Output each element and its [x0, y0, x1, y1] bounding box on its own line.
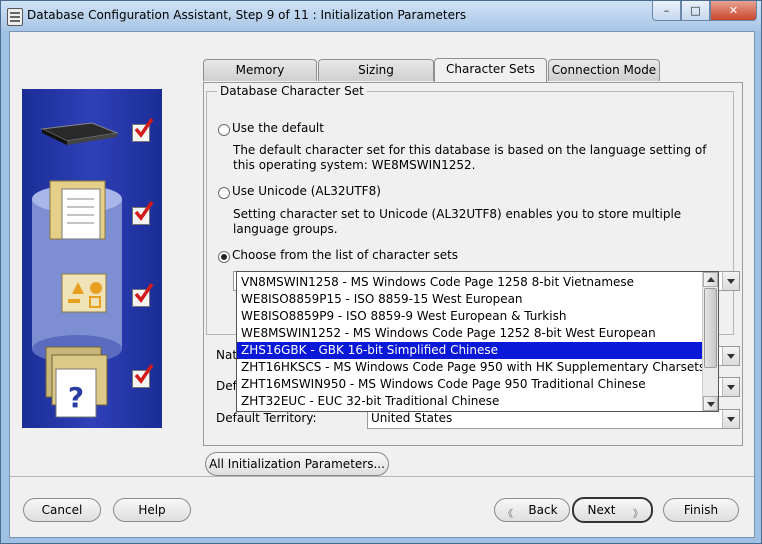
back-arrow-icon: 《 [503, 509, 513, 520]
list-item[interactable]: ZHT16MSWIN950 - MS Windows Code Page 950… [237, 376, 707, 393]
check-mark-icon [134, 201, 154, 221]
radio-choose-from-list[interactable] [218, 251, 230, 263]
chevron-down-icon[interactable] [722, 378, 739, 396]
character-set-dropdown-list[interactable]: VN8MSWIN1258 - MS Windows Code Page 1258… [236, 271, 719, 412]
check-mark-icon [134, 364, 154, 384]
group-title: Database Character Set [217, 84, 367, 98]
dropdown-scrollbar[interactable] [702, 272, 718, 411]
close-button[interactable]: ✕ [710, 1, 757, 21]
use-unicode-description: Setting character set to Unicode (AL32UT… [233, 207, 682, 236]
radio-use-default-label[interactable]: Use the default [232, 121, 324, 135]
minimize-button[interactable]: – [652, 1, 681, 21]
wizard-illustration: ? [22, 89, 162, 428]
tab-memory[interactable]: Memory [203, 59, 317, 81]
svg-text:?: ? [68, 381, 84, 414]
back-button[interactable]: 《 Back [494, 498, 570, 522]
list-item[interactable]: ZHT16HKSCS - MS Windows Code Page 950 wi… [237, 359, 707, 376]
documents-folder-icon [49, 180, 106, 240]
scrollbar-thumb[interactable] [704, 288, 717, 368]
next-button[interactable]: Next 》 [572, 497, 653, 523]
default-territory-label: Default Territory: [216, 411, 317, 425]
list-item[interactable]: VN8MSWIN1258 - MS Windows Code Page 1258… [237, 274, 707, 291]
step-complete-checkbox [132, 201, 154, 225]
default-language-label: Def [216, 379, 237, 393]
maximize-button[interactable]: □ [681, 1, 710, 21]
cancel-button[interactable]: Cancel [23, 498, 101, 522]
step-complete-checkbox [132, 118, 154, 142]
tab-character-sets[interactable]: Character Sets [434, 58, 547, 82]
radio-use-default[interactable] [218, 124, 230, 136]
default-territory-combo[interactable]: United States [367, 409, 740, 429]
window-title: Database Configuration Assistant, Step 9… [27, 8, 467, 22]
chevron-down-icon[interactable] [722, 347, 739, 365]
help-button[interactable]: Help [113, 498, 191, 522]
all-initialization-parameters-button[interactable]: All Initialization Parameters... [205, 452, 389, 476]
radio-choose-from-list-label[interactable]: Choose from the list of character sets [232, 248, 458, 262]
back-button-label: Back [528, 503, 558, 517]
memory-chip-icon [40, 122, 119, 145]
list-item-selected[interactable]: ZHS16GBK - GBK 16-bit Simplified Chinese [237, 342, 707, 359]
chevron-down-icon[interactable] [722, 410, 739, 428]
scroll-up-icon[interactable] [703, 272, 718, 287]
check-mark-icon [134, 118, 154, 138]
list-item[interactable]: WE8MSWIN1252 - MS Windows Code Page 1252… [237, 325, 707, 342]
list-item[interactable]: ZHT32EUC - EUC 32-bit Traditional Chines… [237, 393, 707, 410]
title-bar[interactable]: Database Configuration Assistant, Step 9… [1, 1, 761, 31]
next-button-label: Next [587, 503, 616, 517]
default-territory-value: United States [371, 411, 453, 425]
list-item[interactable]: WE8ISO8859P15 - ISO 8859-15 West Europea… [237, 291, 707, 308]
shapes-icon [61, 273, 107, 313]
scroll-down-icon[interactable] [703, 396, 718, 411]
app-icon [7, 8, 23, 26]
use-default-description: The default character set for this datab… [233, 143, 707, 172]
check-mark-icon [134, 283, 154, 303]
dialog-client-area: ? Memory Sizing Character Sets Connectio… [9, 31, 755, 538]
finish-button[interactable]: Finish [663, 498, 739, 522]
list-item[interactable]: WE8ISO8859P9 - ISO 8859-9 West European … [237, 308, 707, 325]
step-complete-checkbox [132, 283, 154, 307]
tab-connection-mode[interactable]: Connection Mode [548, 59, 660, 81]
help-folders-icon: ? [45, 346, 108, 418]
step-complete-checkbox [132, 364, 154, 388]
next-arrow-icon: 》 [633, 509, 643, 520]
radio-use-unicode[interactable] [218, 187, 230, 199]
dbca-window: Database Configuration Assistant, Step 9… [0, 0, 762, 544]
national-character-set-label: Nat [216, 348, 238, 362]
footer-divider [10, 476, 754, 477]
tab-sizing[interactable]: Sizing [318, 59, 434, 81]
radio-use-unicode-label[interactable]: Use Unicode (AL32UTF8) [232, 184, 381, 198]
chevron-down-icon[interactable] [722, 272, 739, 290]
window-controls: – □ ✕ [652, 1, 757, 21]
